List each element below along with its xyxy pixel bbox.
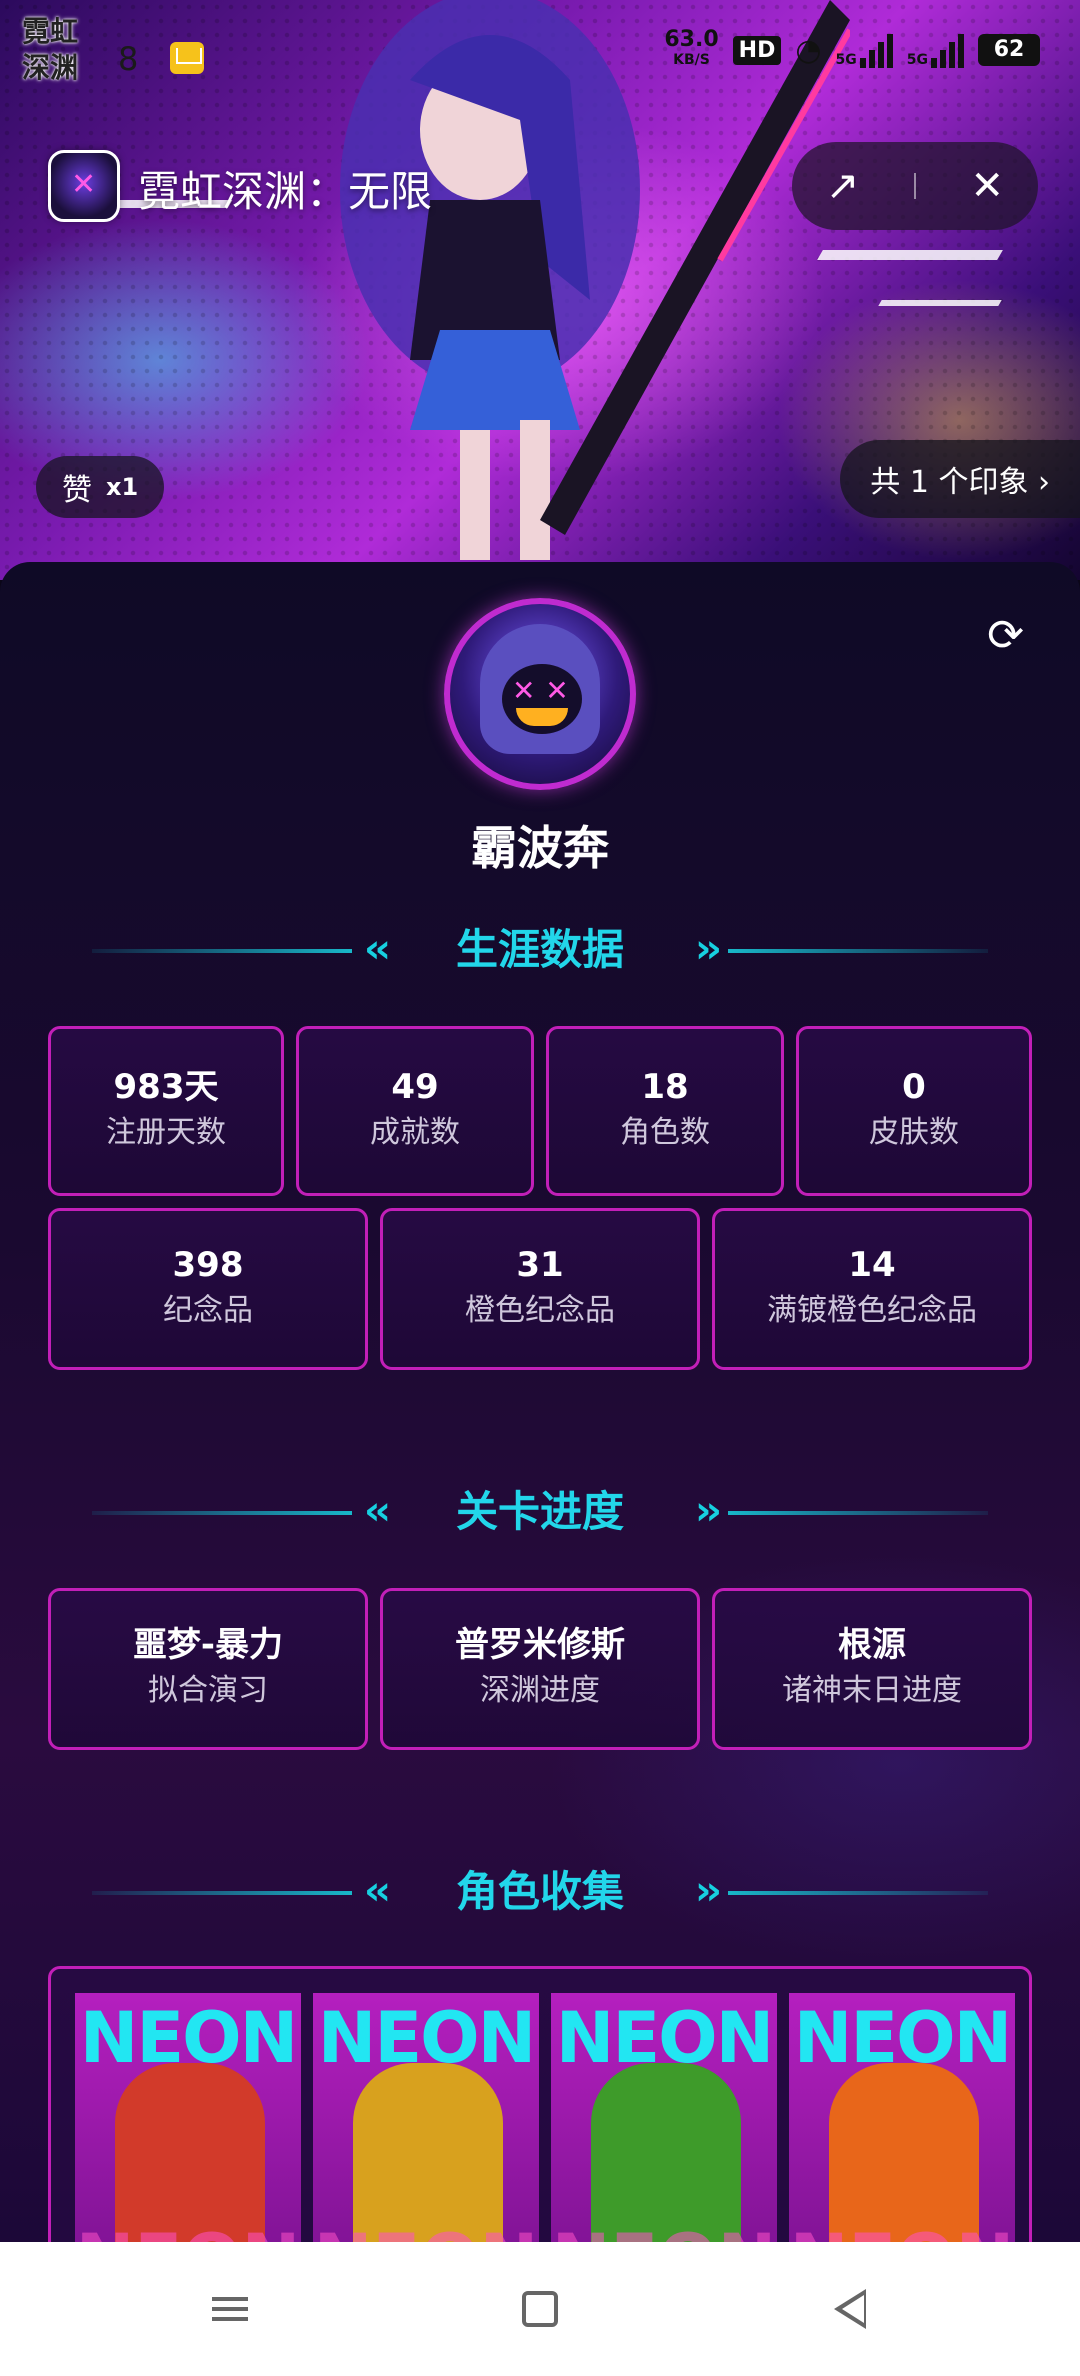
avatar: ✕ ✕ — [444, 598, 636, 790]
like-badge[interactable]: 赞 x1 — [36, 456, 165, 518]
progress-card: 根源 诸神末日进度 — [712, 1588, 1032, 1750]
app-badge-icon: 霓虹 深渊 — [22, 15, 79, 84]
stat-card: 398 纪念品 — [48, 1208, 368, 1370]
mini-program-capsule: ↗ ✕ — [792, 142, 1038, 230]
hd-icon: HD — [732, 35, 782, 65]
share-icon[interactable]: ↗ — [813, 156, 873, 216]
app-title: 霓虹深渊：无限 — [138, 167, 433, 216]
character-collection-grid: NEON NEON NEON NEON NEON NEON NEON NEON — [48, 1966, 1032, 2266]
section-header-progress: ‹‹ 关卡进度 ›› — [0, 1482, 1080, 1542]
progress-card: 噩梦-暴力 拟合演习 — [48, 1588, 368, 1750]
hero-banner: 霓虹 深渊 8 63.0 KB/S HD ◔ 5G 5G 62 霓虹深渊：无限 … — [0, 0, 1080, 580]
stat-card: 49 成就数 — [296, 1026, 534, 1196]
hero-card[interactable]: NEON NEON — [551, 1993, 777, 2263]
like-label: 赞 — [62, 473, 92, 508]
like-count: x1 — [106, 473, 139, 501]
clock-text: 8 — [118, 40, 139, 78]
section-header-career: ‹‹ 生涯数据 ›› — [0, 920, 1080, 980]
back-icon — [834, 2289, 866, 2329]
username: 霸波奔 — [471, 821, 609, 875]
home-icon — [522, 2291, 558, 2327]
hero-card[interactable]: NEON NEON — [75, 1993, 301, 2263]
stat-card: 0 皮肤数 — [796, 1026, 1032, 1196]
impression-link[interactable]: 共 1 个印象 › — [840, 440, 1080, 518]
network-speed: 63.0 KB/S — [664, 27, 719, 69]
progress-card: 普罗米修斯 深渊进度 — [380, 1588, 700, 1750]
wifi-icon: ◔ — [795, 32, 822, 68]
system-nav-bar — [0, 2242, 1080, 2376]
refresh-icon[interactable]: ⟳ — [987, 610, 1024, 661]
light-streak — [878, 300, 1002, 306]
close-icon[interactable]: ✕ — [957, 156, 1017, 216]
section-header-collection: ‹‹ 角色收集 ›› — [0, 1862, 1080, 1922]
divider — [913, 173, 916, 199]
home-button[interactable] — [510, 2279, 570, 2339]
status-icons: 63.0 KB/S HD ◔ 5G 5G 62 — [664, 27, 1040, 70]
hero-card[interactable]: NEON NEON — [313, 1993, 539, 2263]
status-bar: 霓虹 深渊 8 63.0 KB/S HD ◔ 5G 5G 62 — [0, 0, 1080, 120]
stat-card: 14 满镀橙色纪念品 — [712, 1208, 1032, 1370]
stat-card: 18 角色数 — [546, 1026, 784, 1196]
stat-card: 983天 注册天数 — [48, 1026, 284, 1196]
back-button[interactable] — [820, 2279, 880, 2339]
mail-icon — [170, 42, 204, 74]
signal-icon: 5G — [907, 32, 964, 68]
hero-card[interactable]: NEON NEON — [789, 1993, 1015, 2263]
menu-icon[interactable] — [200, 2279, 260, 2339]
signal-icon: 5G — [836, 32, 893, 68]
app-icon — [48, 150, 120, 222]
stat-card: 31 橙色纪念品 — [380, 1208, 700, 1370]
battery-icon: 62 — [978, 34, 1040, 66]
